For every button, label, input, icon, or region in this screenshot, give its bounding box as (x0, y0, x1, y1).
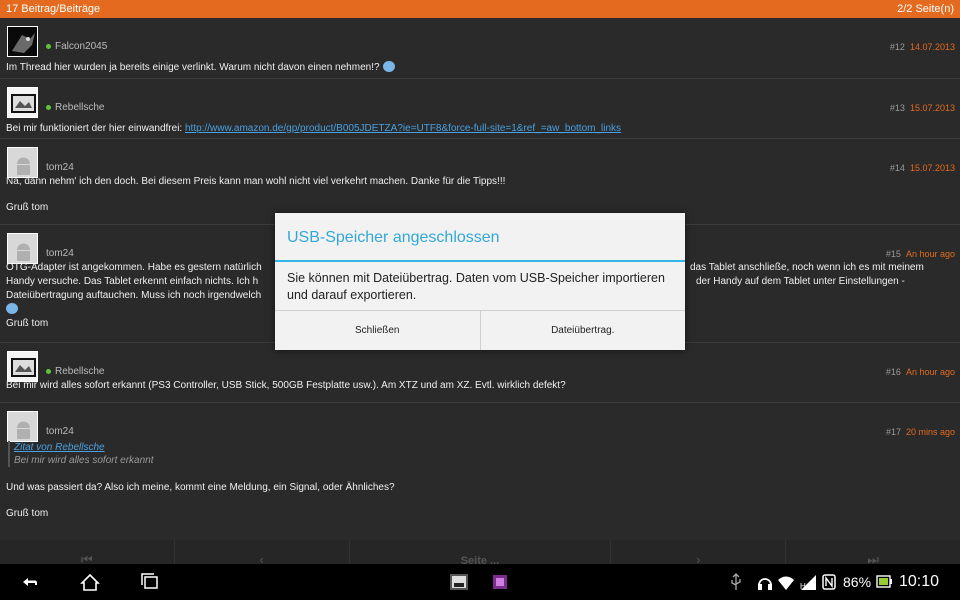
usb-icon (729, 564, 743, 600)
dialog-title: USB-Speicher angeschlossen (275, 213, 685, 262)
svg-text:H: H (800, 582, 806, 591)
clock: 10:10 (899, 573, 940, 590)
home-icon[interactable] (80, 564, 100, 600)
dialog-message: Sie können mit Dateiübertrag. Daten vom … (287, 271, 665, 302)
system-nav-bar: H 86% 10:10 (0, 564, 960, 600)
forum-screen: 17 Beitrag/Beiträge 2/2 Seite(n) Falcon2… (0, 0, 960, 600)
file-transfer-button[interactable]: Dateiübertrag. (479, 311, 686, 350)
recent-apps-icon[interactable] (140, 564, 160, 600)
dialog-buttons: Schließen Dateiübertrag. (275, 310, 685, 350)
battery-percent: 86% (843, 574, 872, 590)
battery-icon (876, 564, 892, 600)
usb-storage-dialog: USB-Speicher angeschlossen Sie können mi… (275, 213, 685, 350)
headset-icon (757, 564, 773, 600)
close-button[interactable]: Schließen (275, 311, 480, 350)
back-icon[interactable] (20, 564, 40, 600)
wifi-icon (777, 564, 795, 600)
nfc-icon (822, 564, 836, 600)
signal-icon: H (800, 564, 818, 600)
small-app-icon[interactable] (449, 564, 469, 600)
small-app-icon-2[interactable] (492, 564, 508, 600)
